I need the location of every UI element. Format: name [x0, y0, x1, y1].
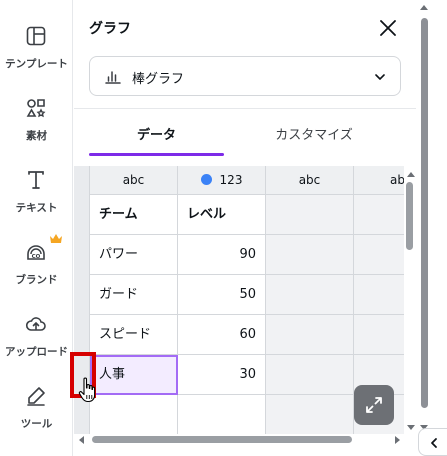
table-cell[interactable] [266, 315, 354, 355]
table-cell[interactable] [178, 395, 266, 434]
table-vertical-scrollbar[interactable] [404, 166, 416, 434]
elements-icon [26, 99, 46, 118]
table-cell[interactable] [266, 195, 354, 235]
chart-panel: グラフ 棒グラフ データ カスタマイズ abc 123 abc ab チーム レ… [74, 0, 416, 456]
table-horizontal-scrollbar[interactable] [74, 434, 404, 446]
scroll-right-arrow-icon[interactable] [395, 436, 400, 444]
scroll-left-arrow-icon[interactable] [79, 436, 84, 444]
crown-icon [50, 234, 62, 243]
table-cell[interactable]: レベル [178, 195, 266, 235]
scrollbar-thumb[interactable] [92, 436, 352, 443]
chevron-left-icon [431, 438, 437, 448]
hand-cursor-icon [78, 377, 96, 403]
column-type-label: 123 [219, 173, 243, 187]
tab-customize[interactable]: カスタマイズ [244, 118, 384, 156]
sidebar-item-label: 素材 [26, 130, 47, 142]
panel-title: グラフ [89, 21, 131, 37]
column-type-header[interactable]: abc [266, 166, 354, 195]
chart-type-select[interactable]: 棒グラフ [89, 56, 401, 96]
left-sidebar: テンプレート 素材 テキスト CO ブランド アップロード ツール [0, 0, 73, 456]
sidebar-item-label: ブランド [15, 274, 58, 286]
table-cell[interactable] [354, 315, 404, 355]
sidebar-item-tools[interactable]: ツール [0, 384, 73, 444]
table-cell[interactable] [266, 275, 354, 315]
sidebar-item-templates[interactable]: テンプレート [0, 24, 73, 84]
table-cell[interactable]: チーム [90, 195, 178, 235]
sidebar-item-brand[interactable]: CO ブランド [0, 234, 73, 300]
table-cell[interactable]: 50 [178, 275, 266, 315]
column-type-header[interactable]: ab [354, 166, 404, 195]
table-cell[interactable] [266, 355, 354, 395]
expand-table-button[interactable] [354, 385, 394, 425]
table-cell[interactable] [354, 195, 404, 235]
sidebar-item-uploads[interactable]: アップロード [0, 312, 73, 372]
scrollbar-thumb[interactable] [421, 18, 428, 408]
bar-chart-icon [105, 71, 121, 84]
sidebar-item-elements[interactable]: 素材 [0, 96, 73, 156]
table-cell[interactable] [266, 235, 354, 275]
table-cell[interactable]: 30 [178, 355, 266, 395]
sidebar-item-label: テンプレート [5, 58, 68, 70]
table-cell[interactable]: パワー [90, 235, 178, 275]
panel-scrollbar[interactable] [418, 0, 430, 456]
text-icon [28, 171, 44, 189]
expand-icon [366, 397, 382, 413]
divider [74, 108, 416, 109]
scroll-down-arrow-icon[interactable] [407, 425, 415, 430]
series-color-dot[interactable] [200, 174, 212, 185]
table-cell[interactable]: 60 [178, 315, 266, 355]
column-type-header[interactable]: 123 [178, 166, 266, 195]
brand-icon: CO [27, 245, 45, 260]
table-cell[interactable]: ガード [90, 275, 178, 315]
collapse-panel-button[interactable] [418, 428, 447, 456]
tab-data[interactable]: データ [89, 118, 224, 156]
chart-type-value: 棒グラフ [132, 72, 185, 87]
sidebar-item-label: アップロード [5, 346, 68, 358]
table-cell[interactable] [354, 235, 404, 275]
sidebar-item-label: テキスト [15, 202, 58, 214]
tools-icon [27, 387, 45, 406]
scrollbar-thumb[interactable] [406, 182, 413, 250]
column-type-header[interactable]: abc [90, 166, 178, 195]
chevron-down-icon [375, 74, 385, 80]
upload-icon [25, 317, 46, 331]
table-cell-selected[interactable]: 人事 [90, 355, 178, 395]
table-cell[interactable] [266, 395, 354, 434]
close-icon[interactable] [376, 16, 400, 40]
scroll-up-arrow-icon[interactable] [407, 172, 415, 177]
svg-text:CO: CO [32, 254, 41, 260]
template-icon [26, 26, 46, 46]
table-cell[interactable]: 90 [178, 235, 266, 275]
table-cell[interactable]: スピード [90, 315, 178, 355]
table-cell[interactable] [354, 275, 404, 315]
sidebar-item-label: ツール [20, 418, 53, 430]
table-cell[interactable] [90, 395, 178, 434]
scroll-up-arrow-icon[interactable] [420, 5, 428, 10]
sidebar-item-text[interactable]: テキスト [0, 168, 73, 228]
